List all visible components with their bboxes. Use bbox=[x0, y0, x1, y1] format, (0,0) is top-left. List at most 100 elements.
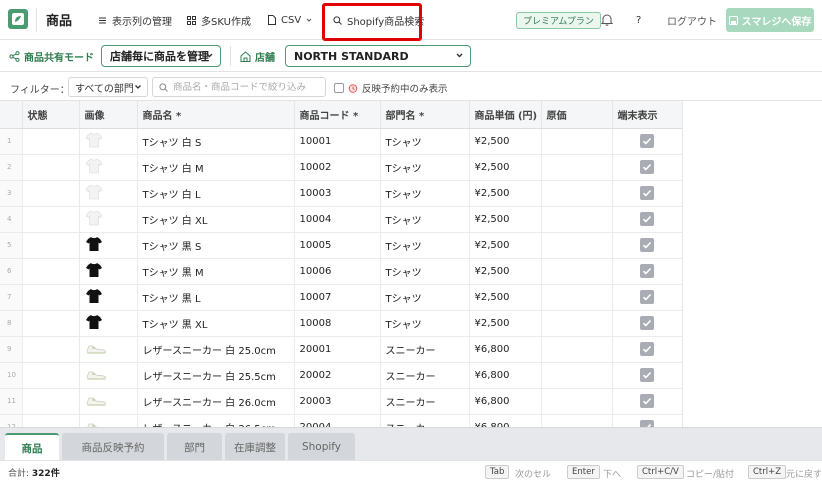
terminal-display-checkbox[interactable] bbox=[640, 212, 654, 226]
multi-sku-button[interactable]: 多SKU作成 bbox=[187, 11, 251, 29]
cost-cell[interactable] bbox=[541, 336, 613, 363]
status-cell[interactable] bbox=[22, 284, 80, 311]
terminal-display-cell[interactable] bbox=[612, 232, 683, 259]
table-row[interactable]: 3 Tシャツ 白 L 10003 Tシャツ ¥2,500 bbox=[0, 180, 683, 207]
price-cell[interactable]: ¥2,500 bbox=[469, 206, 542, 233]
terminal-display-checkbox[interactable] bbox=[640, 264, 654, 278]
image-cell[interactable] bbox=[79, 336, 138, 363]
column-header-department[interactable]: 部門名 * bbox=[380, 101, 470, 129]
store-select[interactable]: NORTH STANDARD bbox=[285, 45, 471, 67]
price-cell[interactable]: ¥2,500 bbox=[469, 284, 542, 311]
terminal-display-checkbox[interactable] bbox=[640, 316, 654, 330]
share-mode-select[interactable]: 店舗毎に商品を管理 bbox=[101, 45, 221, 67]
department-filter-select[interactable]: すべての部門 bbox=[68, 77, 148, 97]
terminal-display-checkbox[interactable] bbox=[640, 342, 654, 356]
code-cell[interactable]: 20002 bbox=[294, 362, 381, 389]
image-cell[interactable] bbox=[79, 180, 138, 207]
name-cell[interactable]: Tシャツ 白 M bbox=[137, 154, 295, 181]
department-cell[interactable]: スニーカー bbox=[380, 388, 470, 415]
terminal-display-checkbox[interactable] bbox=[640, 290, 654, 304]
price-cell[interactable]: ¥2,500 bbox=[469, 128, 542, 155]
column-header-status[interactable]: 状態 bbox=[22, 101, 80, 129]
department-cell[interactable]: Tシャツ bbox=[380, 128, 470, 155]
code-cell[interactable]: 20004 bbox=[294, 414, 381, 427]
terminal-display-checkbox[interactable] bbox=[640, 394, 654, 408]
reserved-only-checkbox[interactable] bbox=[334, 83, 344, 93]
tab-products[interactable]: 商品 bbox=[5, 433, 59, 461]
table-row[interactable]: 9 レザースニーカー 白 25.0cm 20001 スニーカー ¥6,800 bbox=[0, 336, 683, 363]
column-header-name[interactable]: 商品名 * bbox=[137, 101, 295, 129]
tab-departments[interactable]: 部門 bbox=[167, 433, 222, 461]
column-header-image[interactable]: 画像 bbox=[79, 101, 138, 129]
cost-cell[interactable] bbox=[541, 232, 613, 259]
product-search-box[interactable] bbox=[152, 77, 326, 97]
table-row[interactable]: 4 Tシャツ 白 XL 10004 Tシャツ ¥2,500 bbox=[0, 206, 683, 233]
code-cell[interactable]: 10004 bbox=[294, 206, 381, 233]
price-cell[interactable]: ¥6,800 bbox=[469, 388, 542, 415]
table-row[interactable]: 10 レザースニーカー 白 25.5cm 20002 スニーカー ¥6,800 bbox=[0, 362, 683, 389]
image-cell[interactable] bbox=[79, 388, 138, 415]
terminal-display-cell[interactable] bbox=[612, 180, 683, 207]
table-row[interactable]: 2 Tシャツ 白 M 10002 Tシャツ ¥2,500 bbox=[0, 154, 683, 181]
status-cell[interactable] bbox=[22, 180, 80, 207]
tab-shopify[interactable]: Shopify bbox=[288, 433, 355, 461]
image-cell[interactable] bbox=[79, 284, 138, 311]
manage-columns-button[interactable]: 表示列の管理 bbox=[98, 11, 172, 29]
department-cell[interactable]: Tシャツ bbox=[380, 154, 470, 181]
cost-cell[interactable] bbox=[541, 310, 613, 337]
table-row[interactable]: 12 レザースニーカー 白 26.5cm20004スニーカー¥6,800 bbox=[0, 414, 683, 427]
code-cell[interactable]: 10001 bbox=[294, 128, 381, 155]
save-to-smaregi-button[interactable]: スマレジへ保存 bbox=[726, 8, 814, 32]
price-cell[interactable]: ¥2,500 bbox=[469, 232, 542, 259]
status-cell[interactable] bbox=[22, 258, 80, 285]
department-cell[interactable]: スニーカー bbox=[380, 414, 470, 427]
cost-cell[interactable] bbox=[541, 388, 613, 415]
terminal-display-cell[interactable] bbox=[612, 336, 683, 363]
status-cell[interactable] bbox=[22, 128, 80, 155]
reserved-only-toggle[interactable]: 反映予約中のみ表示 bbox=[334, 81, 448, 95]
image-cell[interactable] bbox=[79, 206, 138, 233]
table-row[interactable]: 6 Tシャツ 黒 M 10006 Tシャツ ¥2,500 bbox=[0, 258, 683, 285]
department-cell[interactable]: Tシャツ bbox=[380, 180, 470, 207]
image-cell[interactable] bbox=[79, 414, 138, 427]
department-cell[interactable]: Tシャツ bbox=[380, 310, 470, 337]
table-row[interactable]: 5 Tシャツ 黒 S 10005 Tシャツ ¥2,500 bbox=[0, 232, 683, 259]
cost-cell[interactable] bbox=[541, 180, 613, 207]
image-cell[interactable] bbox=[79, 362, 138, 389]
column-header-price[interactable]: 商品単価 (円) * bbox=[469, 101, 542, 129]
terminal-display-checkbox[interactable] bbox=[640, 368, 654, 382]
terminal-display-checkbox[interactable] bbox=[640, 420, 654, 427]
terminal-display-cell[interactable] bbox=[612, 414, 683, 427]
department-cell[interactable]: Tシャツ bbox=[380, 284, 470, 311]
csv-menu-button[interactable]: CSV bbox=[268, 11, 312, 29]
terminal-display-cell[interactable] bbox=[612, 284, 683, 311]
cost-cell[interactable] bbox=[541, 128, 613, 155]
table-row[interactable]: 8 Tシャツ 黒 XL 10008 Tシャツ ¥2,500 bbox=[0, 310, 683, 337]
name-cell[interactable]: レザースニーカー 白 25.5cm bbox=[137, 362, 295, 389]
status-cell[interactable] bbox=[22, 232, 80, 259]
image-cell[interactable] bbox=[79, 128, 138, 155]
code-cell[interactable]: 10007 bbox=[294, 284, 381, 311]
image-cell[interactable] bbox=[79, 310, 138, 337]
terminal-display-cell[interactable] bbox=[612, 128, 683, 155]
department-cell[interactable]: Tシャツ bbox=[380, 232, 470, 259]
table-row[interactable]: 7 Tシャツ 黒 L 10007 Tシャツ ¥2,500 bbox=[0, 284, 683, 311]
department-cell[interactable]: Tシャツ bbox=[380, 258, 470, 285]
price-cell[interactable]: ¥2,500 bbox=[469, 180, 542, 207]
price-cell[interactable]: ¥6,800 bbox=[469, 362, 542, 389]
status-cell[interactable] bbox=[22, 336, 80, 363]
image-cell[interactable] bbox=[79, 232, 138, 259]
name-cell[interactable]: レザースニーカー 白 25.0cm bbox=[137, 336, 295, 363]
name-cell[interactable]: Tシャツ 黒 L bbox=[137, 284, 295, 311]
terminal-display-checkbox[interactable] bbox=[640, 186, 654, 200]
department-cell[interactable]: スニーカー bbox=[380, 336, 470, 363]
cost-cell[interactable] bbox=[541, 414, 613, 427]
cost-cell[interactable] bbox=[541, 284, 613, 311]
cost-cell[interactable] bbox=[541, 258, 613, 285]
name-cell[interactable]: Tシャツ 白 XL bbox=[137, 206, 295, 233]
name-cell[interactable]: Tシャツ 黒 XL bbox=[137, 310, 295, 337]
status-cell[interactable] bbox=[22, 206, 80, 233]
terminal-display-checkbox[interactable] bbox=[640, 160, 654, 174]
terminal-display-cell[interactable] bbox=[612, 362, 683, 389]
status-cell[interactable] bbox=[22, 154, 80, 181]
